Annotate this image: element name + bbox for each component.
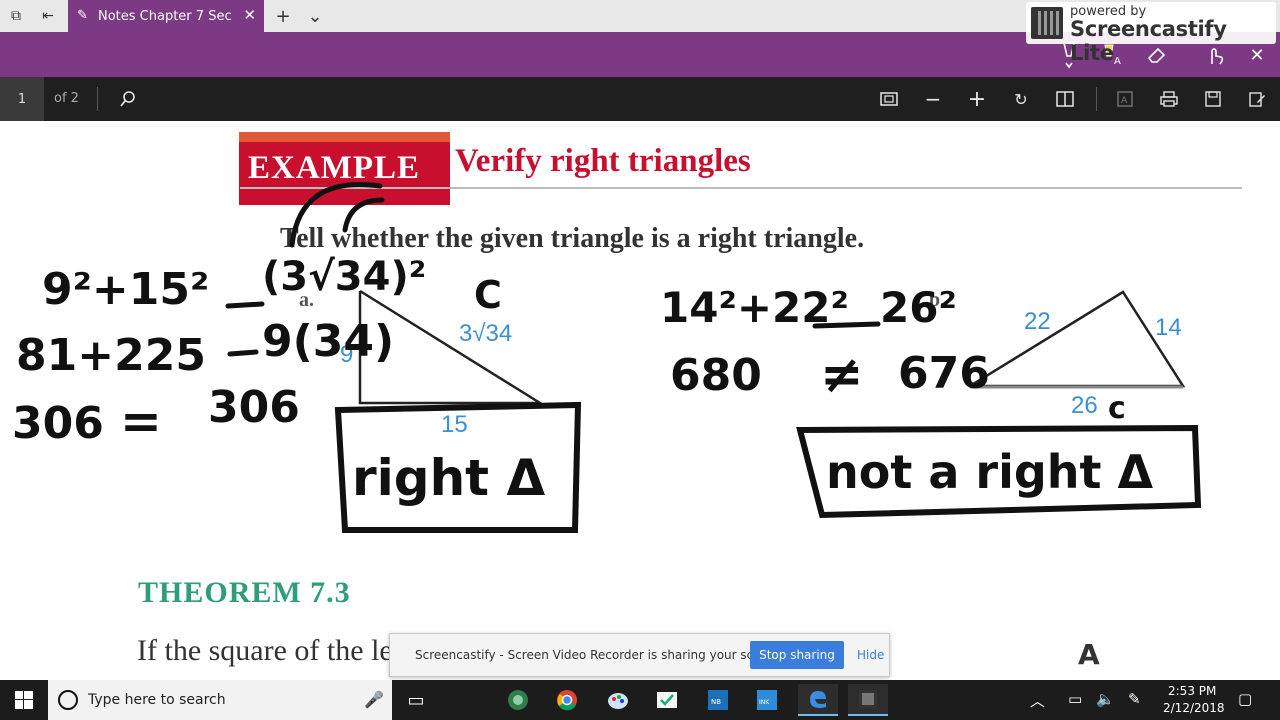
fit-to-page-icon[interactable] [877,87,901,111]
pen-workspace-icon[interactable]: ✎ [1128,690,1141,708]
partial-figure-label: A [1078,638,1100,671]
zoom-in-icon[interactable]: + [965,87,989,112]
toolbar-divider [97,87,98,111]
cortana-icon [58,690,78,710]
action-center-icon[interactable]: ▢ [1238,690,1252,708]
stop-sharing-button[interactable]: Stop sharing [750,641,844,669]
title-rule [240,187,1242,189]
triangle-a-hypotenuse: 3√34 [459,320,513,347]
tab-notes-chapter-7[interactable]: ✎ Notes Chapter 7 Sectio ✕ [68,0,264,32]
triangle-b-side-26: 26 [1071,392,1098,419]
task-view-icon[interactable]: ▭ [396,684,436,716]
network-icon[interactable]: ▭ [1068,690,1082,708]
microphone-icon[interactable]: 🎤 [364,690,384,709]
screencastify-task-icon[interactable] [848,684,888,716]
svg-text:NB: NB [711,698,721,706]
edge-icon[interactable] [798,684,838,716]
chrome-icon[interactable] [547,684,587,716]
new-tab-button[interactable]: + [273,6,293,27]
tab-title: Notes Chapter 7 Sectio [98,8,232,24]
taskbar: Type here to search 🎤 ▭ NB INK ︿ ▭ 🔈 ✎ 2… [0,680,1280,720]
paint-icon[interactable] [598,684,638,716]
taskbar-search-box[interactable]: Type here to search 🎤 [48,680,392,720]
triangle-a [358,289,545,405]
smart-ink-icon[interactable]: INK [747,684,787,716]
rotate-icon[interactable]: ↻ [1009,87,1033,111]
part-a-label: a. [299,289,314,311]
film-strip-icon [1031,7,1063,39]
example-banner: EXAMPLE [239,132,450,205]
page-layout-icon[interactable] [1053,87,1077,111]
set-aside-tabs-icon[interactable]: ⇤ [38,6,58,26]
svg-text:INK: INK [759,699,770,706]
screencastify-brand: Screencastify Lite [1070,17,1227,65]
pdf-toolbar: 1 of 2 − + ↻ A [0,77,1280,121]
start-button[interactable] [0,680,48,720]
clock-time[interactable]: 2:53 PM [1168,684,1216,698]
show-hidden-icons-icon[interactable]: ︿ [1030,690,1045,711]
sharing-message: Screencastify - Screen Video Recorder is… [415,648,785,662]
smart-notebook-icon[interactable]: NB [698,684,738,716]
pen-icon: ✎ [77,8,88,23]
question-text: Tell whether the given triangle is a rig… [280,223,865,254]
page-count-label: of 2 [54,91,79,106]
volume-icon[interactable]: 🔈 [1096,690,1115,708]
part-b-label: b. [929,289,946,311]
tab-manager-icon[interactable]: ⧉ [6,6,26,26]
screen-sharing-notification: Screencastify - Screen Video Recorder is… [389,633,890,677]
tab-list-button[interactable]: ⌄ [305,6,325,27]
theorem-heading: THEOREM 7.3 [138,576,351,609]
close-tab-icon[interactable]: ✕ [243,6,256,24]
read-aloud-icon: A [1113,87,1137,111]
example-title: Verify right triangles [455,143,751,179]
clock-date[interactable]: 2/12/2018 [1163,701,1225,715]
checklist-app-icon[interactable] [647,684,687,716]
page-number-field[interactable]: 1 [0,77,44,121]
triangle-a-leg-15: 15 [441,411,468,438]
screencastify-watermark: powered by Screencastify Lite [1026,2,1276,65]
zoom-out-icon[interactable]: − [921,87,945,111]
save-icon[interactable] [1201,87,1225,111]
windows-logo-icon [15,691,33,709]
pdf-page: EXAMPLE Verify right triangles Tell whet… [0,121,1280,680]
search-icon[interactable] [116,87,140,111]
triangle-b-side-22: 22 [1024,308,1051,335]
triangle-b-side-14: 14 [1155,314,1182,341]
toolbar-divider [1096,87,1097,111]
search-placeholder: Type here to search [88,692,226,708]
svg-text:A: A [1121,96,1128,106]
app-globe-icon[interactable] [498,684,538,716]
hide-link[interactable]: Hide [857,648,884,662]
print-icon[interactable] [1157,87,1181,111]
example-label: EXAMPLE [248,150,420,186]
triangle-a-leg-9: 9 [340,341,354,368]
add-notes-icon[interactable] [1245,87,1269,111]
